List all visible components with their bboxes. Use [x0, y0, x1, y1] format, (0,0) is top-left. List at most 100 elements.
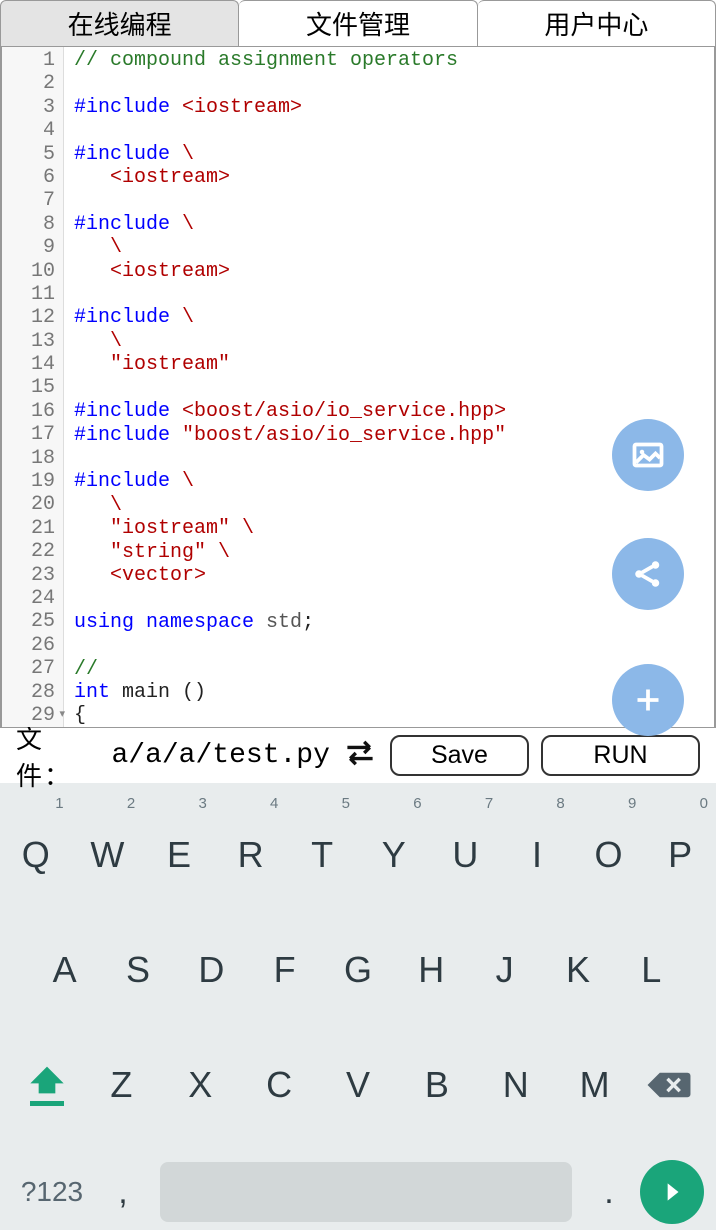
- key-m[interactable]: M: [555, 1064, 634, 1106]
- tab-user-center[interactable]: 用户中心: [478, 0, 716, 46]
- run-button[interactable]: RUN: [541, 735, 700, 776]
- code-token: main (): [122, 681, 206, 704]
- key-r[interactable]: 4R: [215, 797, 287, 912]
- key-l[interactable]: L: [615, 912, 688, 1027]
- share-fab[interactable]: [612, 538, 684, 610]
- key-a[interactable]: A: [28, 912, 101, 1027]
- key-u[interactable]: 7U: [430, 797, 502, 912]
- key-num: 3: [198, 795, 206, 812]
- key-h[interactable]: H: [395, 912, 468, 1027]
- code-area[interactable]: // compound assignment operators #includ…: [64, 47, 714, 727]
- code-token: #include: [74, 470, 182, 493]
- keyboard-row-1: 1Q2W3E4R5T6Y7U8I9O0P: [0, 797, 716, 912]
- code-token: "string": [110, 541, 218, 564]
- key-k[interactable]: K: [541, 912, 614, 1027]
- save-button[interactable]: Save: [390, 735, 529, 776]
- line-number: 23: [2, 564, 63, 587]
- line-number: 24: [2, 587, 63, 610]
- code-editor[interactable]: 1234567891011121314151617181920212223242…: [0, 47, 716, 727]
- tab-file-manager[interactable]: 文件管理: [239, 0, 477, 46]
- period-key[interactable]: .: [584, 1173, 634, 1212]
- line-number: 6: [2, 166, 63, 189]
- add-fab[interactable]: [612, 664, 684, 736]
- key-b[interactable]: B: [397, 1064, 476, 1106]
- space-key[interactable]: [160, 1162, 572, 1222]
- code-token: <boost/asio/io_service.hpp>: [182, 400, 506, 423]
- code-token: #include: [74, 400, 182, 423]
- share-icon: [630, 556, 666, 592]
- code-token: "iostream": [110, 353, 230, 376]
- tab-online-coding[interactable]: 在线编程: [0, 0, 239, 46]
- key-q[interactable]: 1Q: [0, 797, 72, 912]
- line-number: 29: [2, 704, 63, 727]
- key-y[interactable]: 6Y: [358, 797, 430, 912]
- key-o[interactable]: 9O: [573, 797, 645, 912]
- line-number: 7: [2, 189, 63, 212]
- code-token: // compound assignment operators: [74, 49, 458, 72]
- backspace-icon: [646, 1068, 692, 1102]
- code-token: int: [74, 681, 122, 704]
- line-number: 10: [2, 260, 63, 283]
- line-number: 18: [2, 447, 63, 470]
- key-z[interactable]: Z: [82, 1064, 161, 1106]
- line-number: 15: [2, 376, 63, 399]
- key-n[interactable]: N: [476, 1064, 555, 1106]
- file-label: 文件：: [16, 719, 99, 793]
- line-number: 22: [2, 540, 63, 563]
- backspace-key[interactable]: [634, 1068, 704, 1102]
- symbols-key[interactable]: ?123: [12, 1176, 92, 1208]
- key-s[interactable]: S: [101, 912, 174, 1027]
- code-token: #include: [74, 143, 182, 166]
- key-w[interactable]: 2W: [72, 797, 144, 912]
- key-v[interactable]: V: [319, 1064, 398, 1106]
- line-number: 3: [2, 96, 63, 119]
- line-number: 26: [2, 634, 63, 657]
- line-number: 20: [2, 493, 63, 516]
- swap-icon: [342, 739, 378, 767]
- key-x[interactable]: X: [161, 1064, 240, 1106]
- swap-button[interactable]: [342, 739, 378, 772]
- code-token: \: [182, 470, 194, 493]
- shift-indicator: [30, 1101, 64, 1106]
- line-number: 17: [2, 423, 63, 446]
- line-number: 5: [2, 143, 63, 166]
- code-token: using: [74, 611, 146, 634]
- code-token: <vector>: [110, 564, 206, 587]
- key-i[interactable]: 8I: [501, 797, 573, 912]
- key-num: 1: [55, 795, 63, 812]
- soft-keyboard: 1Q2W3E4R5T6Y7U8I9O0P ASDFGHJKL ZXCVBNM ?…: [0, 783, 716, 1230]
- key-e[interactable]: 3E: [143, 797, 215, 912]
- line-number: 25: [2, 610, 63, 633]
- key-d[interactable]: D: [175, 912, 248, 1027]
- code-token: namespace: [146, 611, 266, 634]
- code-token: <iostream>: [110, 166, 230, 189]
- code-token: \: [242, 517, 254, 540]
- plus-icon: [630, 682, 666, 718]
- key-g[interactable]: G: [321, 912, 394, 1027]
- key-t[interactable]: 5T: [286, 797, 358, 912]
- code-token: #include: [74, 96, 182, 119]
- comma-key[interactable]: ,: [98, 1173, 148, 1212]
- code-token: \: [218, 541, 230, 564]
- line-number: 28: [2, 681, 63, 704]
- file-path: a/a/a/test.py: [111, 740, 329, 771]
- code-token: \: [182, 143, 194, 166]
- key-c[interactable]: C: [240, 1064, 319, 1106]
- key-f[interactable]: F: [248, 912, 321, 1027]
- code-token: <iostream>: [110, 260, 230, 283]
- key-j[interactable]: J: [468, 912, 541, 1027]
- enter-key[interactable]: [640, 1160, 704, 1224]
- line-number: 27: [2, 657, 63, 680]
- line-number: 9: [2, 236, 63, 259]
- code-token: ;: [302, 611, 314, 634]
- key-num: 7: [485, 795, 493, 812]
- key-p[interactable]: 0P: [644, 797, 716, 912]
- shift-icon: [27, 1063, 67, 1097]
- image-fab[interactable]: [612, 419, 684, 491]
- keyboard-row-4: ?123 , .: [0, 1142, 716, 1230]
- keyboard-row-3-letters: ZXCVBNM: [82, 1064, 634, 1106]
- shift-key[interactable]: [12, 1063, 82, 1106]
- code-token: \: [110, 494, 122, 517]
- code-token: \: [182, 306, 194, 329]
- line-number: 16: [2, 400, 63, 423]
